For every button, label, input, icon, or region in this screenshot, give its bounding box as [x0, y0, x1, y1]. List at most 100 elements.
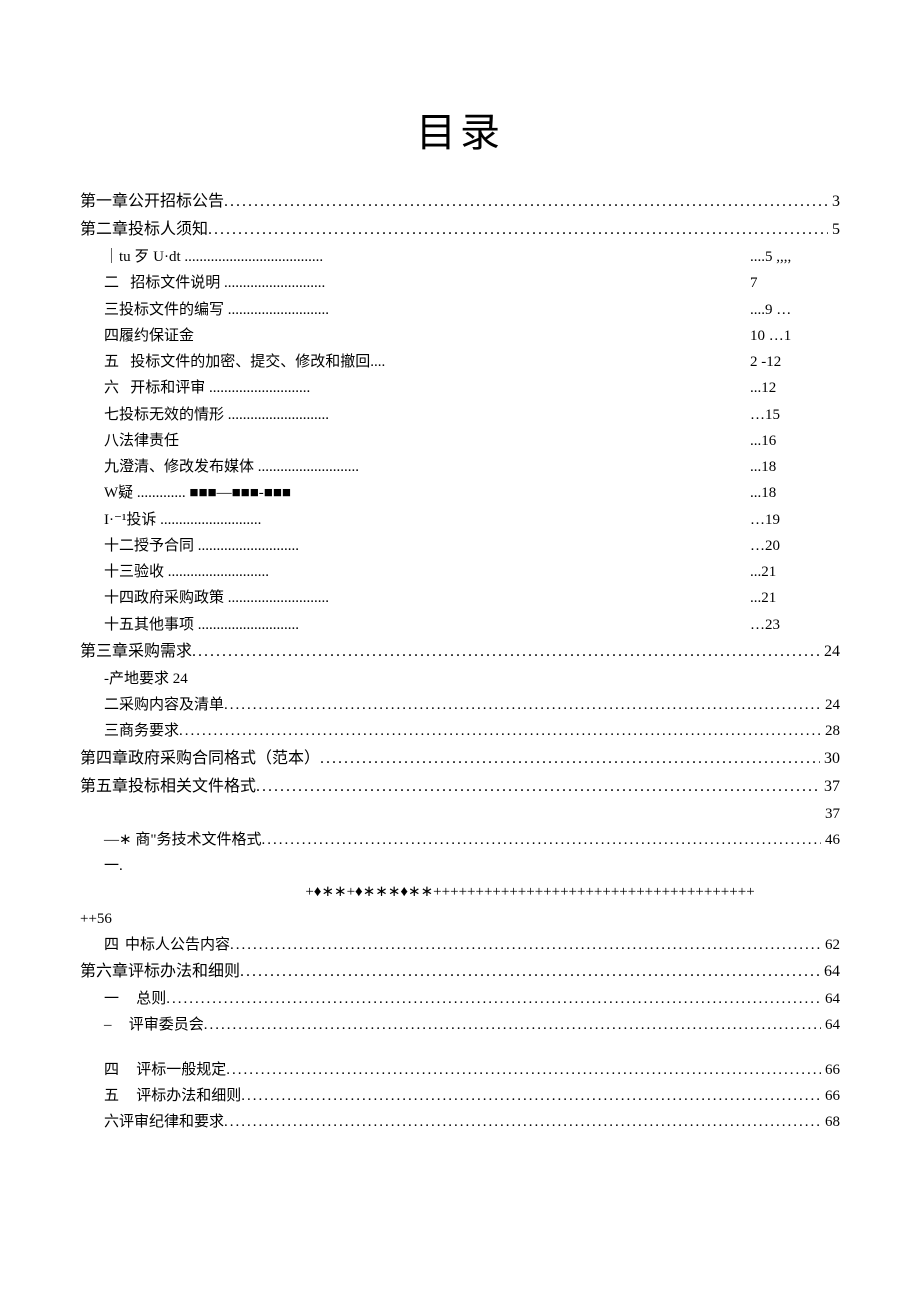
- toc-page: 64: [820, 958, 840, 986]
- toc-page: 66: [821, 1057, 840, 1083]
- toc-chapter-3: 第三章采购需求 24: [80, 638, 840, 666]
- toc-label: 四履约保证金: [104, 328, 194, 344]
- toc-dots: [320, 745, 820, 773]
- toc-num: –: [104, 1012, 112, 1038]
- c2-sub-item: 十五其他事项 ...........................: [80, 612, 730, 638]
- c2-right-page: 7: [750, 270, 840, 296]
- c6-sub-item: 五 评标办法和细则66: [80, 1083, 840, 1109]
- c2-right-page: ....5 ,,,,: [750, 244, 840, 270]
- toc-label: 第五章投标相关文件格式: [80, 773, 256, 801]
- c6-sub-item: 四 评标一般规定 66: [80, 1057, 840, 1083]
- toc-dots: [261, 827, 821, 853]
- c2-sub-item: 三投标文件的编写 ...........................: [80, 297, 730, 323]
- toc-num: 四: [104, 1057, 119, 1083]
- c2-right-page: 10 …1: [750, 323, 840, 349]
- c2-sub-item: 十二授予合同 ...........................: [80, 533, 730, 559]
- c5-sub-4: 四 中标人公告内容 62: [80, 932, 840, 958]
- toc-label: —∗ 商"务技术文件格式: [104, 827, 261, 853]
- toc-dots: [224, 692, 821, 718]
- c2-right-page: …15: [750, 402, 840, 428]
- c2-right-page: …19: [750, 507, 840, 533]
- toc-chapter-4: 第四章政府采购合同格式（范本） 30: [80, 745, 840, 773]
- toc-label: 七投标无效的情形: [104, 407, 224, 423]
- toc-label: ｜tu 歹 U·dt: [104, 249, 181, 265]
- toc-label: 一.: [104, 858, 123, 874]
- toc-dots-short: ...........................: [198, 538, 299, 554]
- c2-sub-item: 五 投标文件的加密、提交、修改和撤回....: [80, 349, 730, 375]
- toc-label: I·⁻¹投诉: [104, 512, 156, 528]
- toc-dots-short: ...........................: [224, 275, 325, 291]
- c5-right-37: 37: [80, 801, 840, 827]
- c2-right-page: 2 -12: [750, 349, 840, 375]
- toc-label: 十三验收: [104, 564, 164, 580]
- c2-sub-item: W疑 ............. ■■■—■■■-■■■: [80, 480, 730, 506]
- c6-sub-item: 六评审纪律和要求 68: [80, 1109, 840, 1135]
- toc-label: 中标人公告内容: [119, 932, 230, 958]
- toc-label: 十五其他事项: [104, 617, 194, 633]
- c2-right-page: ...18: [750, 480, 840, 506]
- toc-label: 评标一般规定: [119, 1057, 226, 1083]
- toc-page: 5: [828, 216, 840, 244]
- toc-page: 37: [820, 773, 840, 801]
- c5-sub-3: ++56: [80, 906, 840, 932]
- toc-label: -产地要求 24: [104, 671, 188, 687]
- c2-sub-item: 八法律责任: [80, 428, 730, 454]
- toc-label: ++56: [80, 911, 112, 927]
- toc-label: 第六章评标办法和细则: [80, 958, 240, 986]
- toc-dots: [226, 1057, 821, 1083]
- toc-dots-short: ...........................: [228, 407, 329, 423]
- c2-right-page: …23: [750, 612, 840, 638]
- toc-page: 28: [821, 718, 840, 744]
- toc-label: 第四章政府采购合同格式（范本）: [80, 745, 320, 773]
- toc-label: 二采购内容及清单: [104, 692, 224, 718]
- c3-sub-1: -产地要求 24: [80, 666, 840, 692]
- toc-dots-short: ...........................: [168, 564, 269, 580]
- c2-right-pages: ....5 ,,,,7....9 …10 …12 -12...12…15...1…: [750, 244, 840, 638]
- page-title: 目录: [80, 100, 840, 158]
- toc-label: 三投标文件的编写: [104, 302, 224, 318]
- c3-sub-3: 三商务要求 28: [80, 718, 840, 744]
- toc-page: 24: [820, 638, 840, 666]
- c2-sub-item: 十三验收 ...........................: [80, 559, 730, 585]
- toc-label: 评审委员会: [112, 1012, 204, 1038]
- toc-label: 九澄清、修改发布媒体: [104, 459, 254, 475]
- toc-dots: [204, 1012, 821, 1038]
- c2-right-page: ...21: [750, 559, 840, 585]
- toc-label: 六评审纪律和要求: [104, 1109, 224, 1135]
- toc-num: 四: [104, 932, 119, 958]
- c6-sub-item: 一 总则64: [80, 986, 840, 1012]
- toc-page: 68: [821, 1109, 840, 1135]
- toc-dots: [179, 718, 821, 744]
- c2-sub-item: 六 开标和评审 ...........................: [80, 375, 730, 401]
- toc-page: 30: [820, 745, 840, 773]
- toc-dots-short: ...........................: [160, 512, 261, 528]
- c5-sub-2: 一.: [80, 853, 840, 879]
- toc-label: 第一章公开招标公告: [80, 188, 224, 216]
- c5-symbols: +♦∗∗+♦∗∗∗♦∗∗++++++++++++++++++++++++++++…: [80, 879, 840, 905]
- toc-dots: [192, 638, 820, 666]
- toc-num: 六: [104, 380, 119, 396]
- c2-right-page: ...18: [750, 454, 840, 480]
- toc-dots: [240, 958, 820, 986]
- toc-chapter-2: 第二章投标人须知 5: [80, 216, 840, 244]
- c2-sub-item: 九澄清、修改发布媒体 ...........................: [80, 454, 730, 480]
- toc-dots: [241, 1083, 821, 1109]
- toc-label: 八法律责任: [104, 433, 179, 449]
- toc-label: 三商务要求: [104, 718, 179, 744]
- toc-label: 评标办法和细则: [119, 1083, 241, 1109]
- toc-page: 24: [821, 692, 840, 718]
- toc-chapter-5: 第五章投标相关文件格式 37: [80, 773, 840, 801]
- toc-dots-short: ...........................: [258, 459, 359, 475]
- c6-sub-item: – 评审委员会 64: [80, 1012, 840, 1038]
- c3-sub-2: 二采购内容及清单 24: [80, 692, 840, 718]
- c2-sub-item: 七投标无效的情形 ...........................: [80, 402, 730, 428]
- toc-label: 开标和评审: [130, 380, 205, 396]
- c2-sub-item: 十四政府采购政策 ...........................: [80, 585, 730, 611]
- toc-dots: [208, 216, 828, 244]
- toc-num: 二: [104, 275, 119, 291]
- c5-sub-1: —∗ 商"务技术文件格式 46: [80, 827, 840, 853]
- c2-right-page: ...21: [750, 585, 840, 611]
- toc-num: 五: [104, 1083, 119, 1109]
- toc-page: 64: [821, 1012, 840, 1038]
- toc-label: 第二章投标人须知: [80, 216, 208, 244]
